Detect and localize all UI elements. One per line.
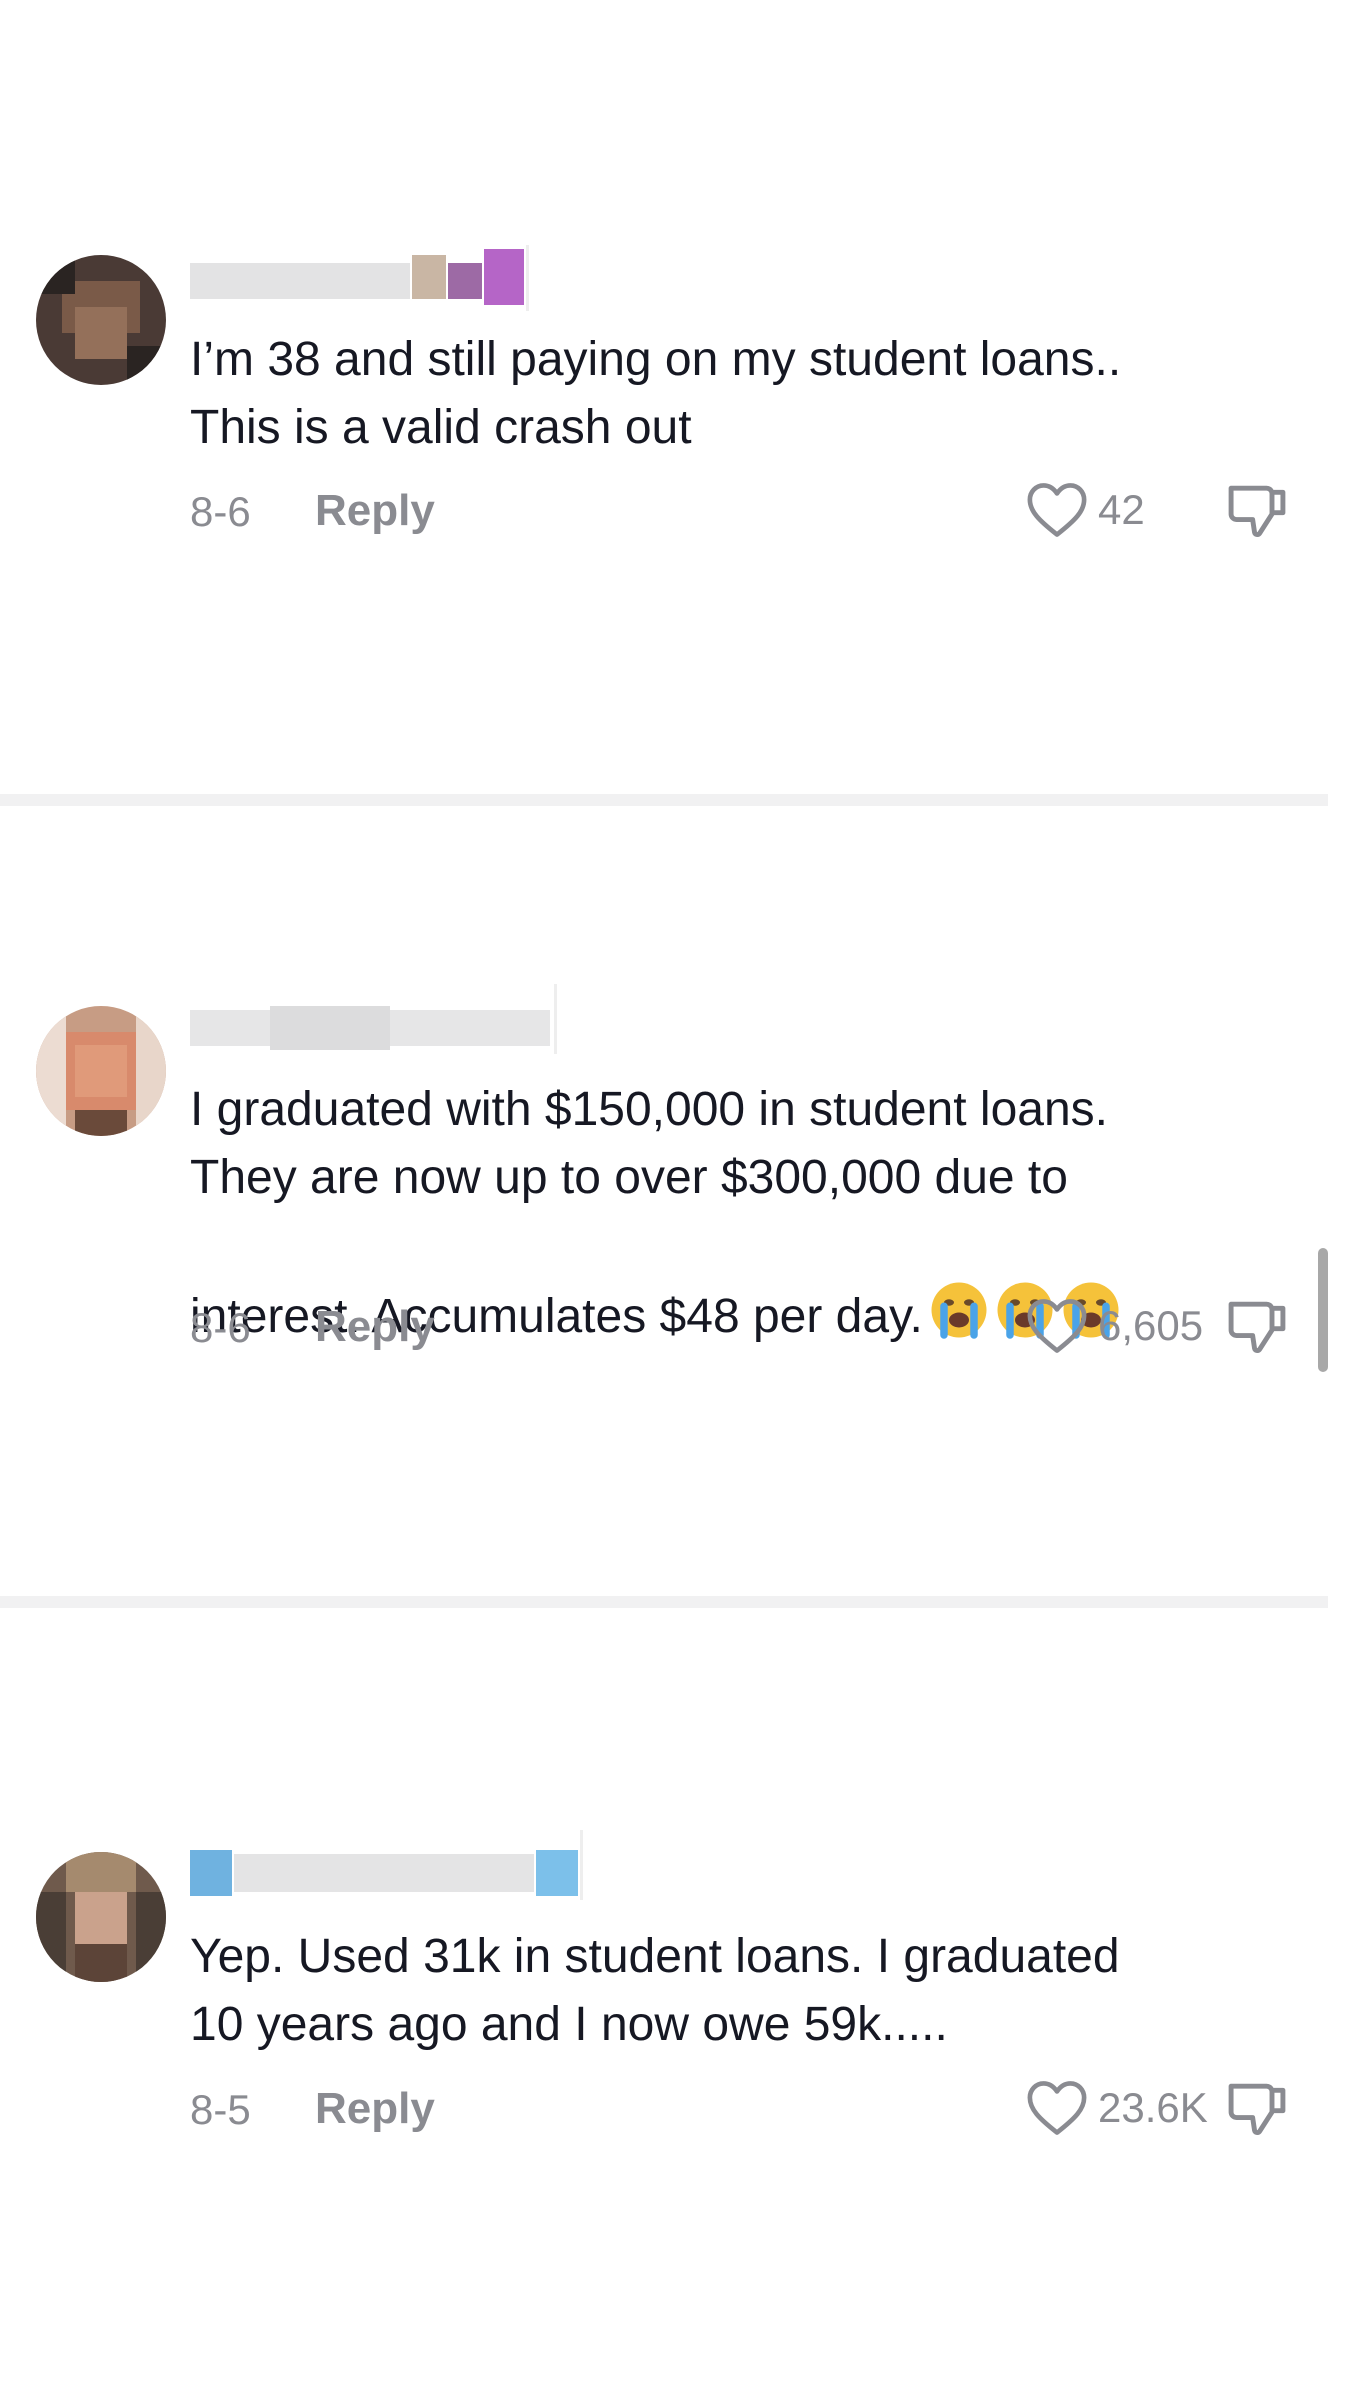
thumbs-down-icon[interactable] bbox=[1224, 2078, 1290, 2138]
avatar[interactable] bbox=[36, 1852, 166, 1982]
heart-outline-icon[interactable] bbox=[1026, 1297, 1088, 1355]
heart-outline-icon[interactable] bbox=[1026, 2079, 1088, 2137]
reply-button[interactable]: Reply bbox=[315, 1302, 435, 1352]
username-redacted[interactable] bbox=[190, 984, 590, 1054]
comment-item: Yep. Used 31k in student loans. I gradua… bbox=[0, 1608, 1350, 2398]
like-count: 6,605 bbox=[1098, 1302, 1204, 1349]
comment-divider bbox=[0, 1596, 1328, 1608]
like-group: 42 bbox=[1026, 480, 1290, 540]
avatar[interactable] bbox=[36, 255, 166, 385]
like-count: 42 bbox=[1098, 486, 1145, 533]
like-group: 6,605 bbox=[1026, 1296, 1290, 1356]
reply-button[interactable]: Reply bbox=[315, 2084, 435, 2134]
reply-button[interactable]: Reply bbox=[315, 486, 435, 536]
comment-divider bbox=[0, 794, 1328, 806]
comment-item: I graduated with $150,000 in student loa… bbox=[0, 806, 1350, 1596]
scrollbar-thumb[interactable] bbox=[1318, 1248, 1328, 1372]
thumbs-down-icon[interactable] bbox=[1224, 1296, 1290, 1356]
comment-actions: 8-6 Reply 42 bbox=[190, 480, 1290, 540]
username-redacted[interactable] bbox=[190, 1830, 590, 1900]
comment-date: 8-6 bbox=[190, 488, 251, 535]
comment-date: 8-5 bbox=[190, 2086, 251, 2133]
comment-text: Yep. Used 31k in student loans. I gradua… bbox=[190, 1930, 1120, 2051]
username-redacted[interactable] bbox=[190, 245, 590, 315]
avatar[interactable] bbox=[36, 1006, 166, 1136]
comment-text: I’m 38 and still paying on my student lo… bbox=[190, 333, 1122, 454]
comment-actions: 8-5 Reply 23.6K bbox=[190, 2078, 1290, 2138]
like-group: 23.6K bbox=[1026, 2078, 1290, 2138]
comment-item: I’m 38 and still paying on my student lo… bbox=[0, 0, 1350, 780]
comment-actions: 8-6 Reply 6,605 bbox=[190, 1296, 1290, 1356]
like-count: 23.6K bbox=[1098, 2084, 1208, 2131]
thumbs-down-icon[interactable] bbox=[1224, 480, 1290, 540]
heart-outline-icon[interactable] bbox=[1026, 481, 1088, 539]
comment-date: 8-6 bbox=[190, 1304, 251, 1351]
